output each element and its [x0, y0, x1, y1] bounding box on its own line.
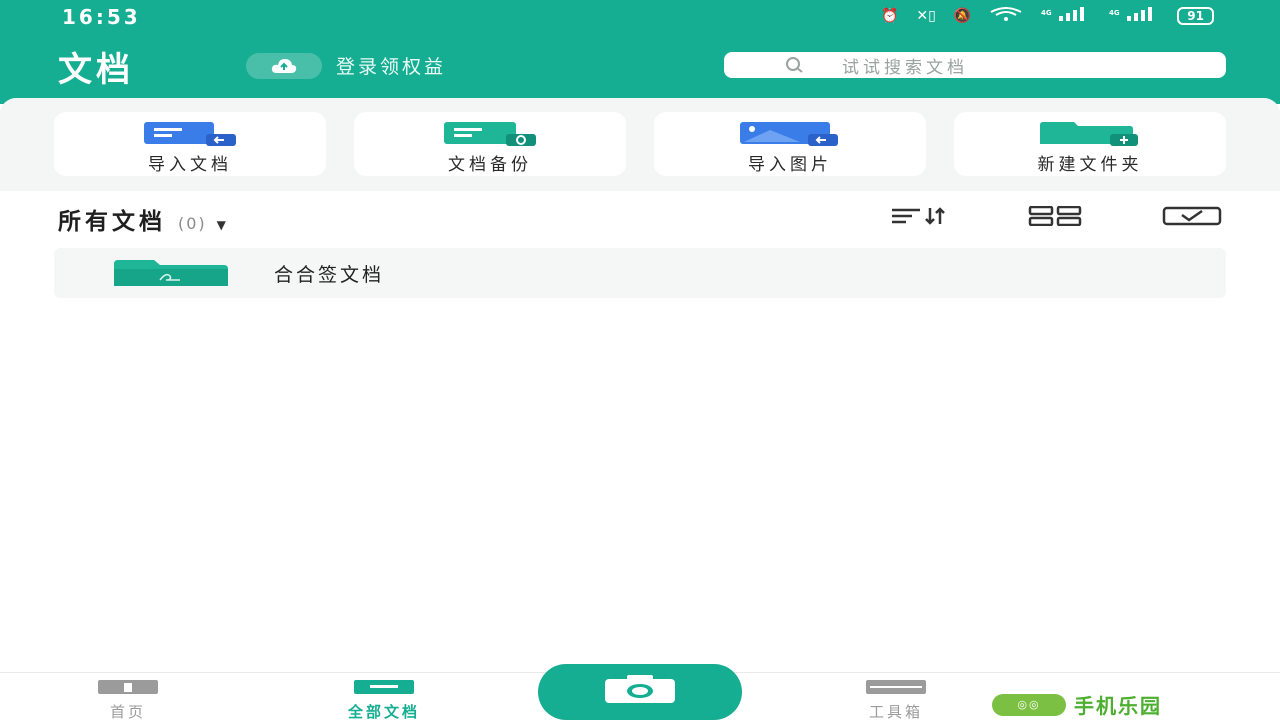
alarm-icon: ⏰	[880, 8, 899, 24]
status-time: 16:53	[62, 5, 141, 29]
search-icon	[784, 56, 806, 74]
import-image-button[interactable]: 导入图片	[654, 112, 926, 176]
status-bar: 16:53 ⏰ ✕▯ 🔕 4G 4G 91	[0, 0, 1280, 34]
search-input[interactable]: 试试搜索文档	[724, 52, 1226, 78]
import-document-icon	[144, 122, 236, 146]
nav-toolbox[interactable]: 工具箱	[826, 679, 966, 722]
backup-document-label: 文档备份	[448, 155, 532, 175]
watermark-text: 手机乐园	[1074, 694, 1162, 718]
select-mode-button[interactable]	[1162, 206, 1224, 230]
signature-folder-icon	[114, 260, 228, 286]
grid-view-button[interactable]	[1028, 205, 1084, 230]
quick-actions-panel: 导入文档 文档备份 导入图片 新建文件夹	[0, 98, 1280, 191]
nav-toolbox-label: 工具箱	[868, 703, 923, 721]
import-document-button[interactable]: 导入文档	[54, 112, 326, 176]
sort-icon	[890, 206, 950, 230]
status-icons: ⏰ ✕▯ 🔕 4G 4G 91	[881, 7, 1214, 25]
nav-all-documents-label: 全部文档	[347, 703, 420, 721]
cloud-upload-icon	[246, 52, 322, 79]
nav-home[interactable]: 首页	[58, 679, 198, 722]
signal-4g-icon: 4G	[1109, 7, 1159, 25]
signal-4g-icon: 4G	[1041, 7, 1091, 25]
watermark: ◎◎ 手机乐园	[992, 690, 1162, 719]
login-benefits-label: 登录领权益	[336, 56, 447, 78]
app-header: 16:53 ⏰ ✕▯ 🔕 4G 4G 91 文档 登录领权益 试试搜索文档	[0, 0, 1280, 104]
toolbox-icon	[866, 679, 926, 698]
backup-document-icon	[444, 122, 536, 146]
grid-view-icon	[1028, 205, 1084, 230]
new-folder-button[interactable]: 新建文件夹	[954, 112, 1226, 176]
document-count: (0)	[178, 214, 207, 233]
import-image-icon	[740, 122, 840, 146]
wifi-icon	[989, 7, 1023, 25]
sort-button[interactable]	[890, 206, 950, 230]
nav-all-documents[interactable]: 全部文档	[314, 679, 454, 722]
svg-text:4G: 4G	[1041, 9, 1052, 17]
camera-scan-button[interactable]	[538, 664, 742, 720]
documents-icon	[354, 679, 414, 698]
caret-down-icon: ▼	[216, 218, 230, 232]
no-sim-icon: ✕▯	[916, 8, 936, 24]
file-row[interactable]: 合合签文档	[54, 248, 1226, 298]
watermark-logo-icon: ◎◎	[992, 693, 1066, 716]
all-documents-dropdown[interactable]: 所有文档 (0) ▼	[58, 202, 230, 236]
new-folder-icon	[1040, 122, 1140, 146]
login-benefits-link[interactable]: 登录领权益	[246, 52, 446, 79]
backup-document-button[interactable]: 文档备份	[354, 112, 626, 176]
new-folder-label: 新建文件夹	[1037, 155, 1143, 175]
home-icon	[98, 679, 158, 698]
import-document-label: 导入文档	[148, 155, 232, 175]
select-icon	[1162, 206, 1224, 230]
camera-icon	[603, 675, 677, 709]
mute-icon: 🔕	[953, 8, 972, 24]
search-placeholder: 试试搜索文档	[842, 57, 968, 78]
nav-home-label: 首页	[109, 703, 146, 721]
file-name: 合合签文档	[274, 263, 385, 286]
page-title: 文档	[58, 50, 134, 90]
battery-level: 91	[1187, 9, 1204, 23]
section-title: 所有文档	[58, 209, 166, 235]
svg-text:4G: 4G	[1109, 9, 1120, 17]
battery-icon: 91	[1177, 7, 1214, 25]
import-image-label: 导入图片	[748, 155, 832, 175]
